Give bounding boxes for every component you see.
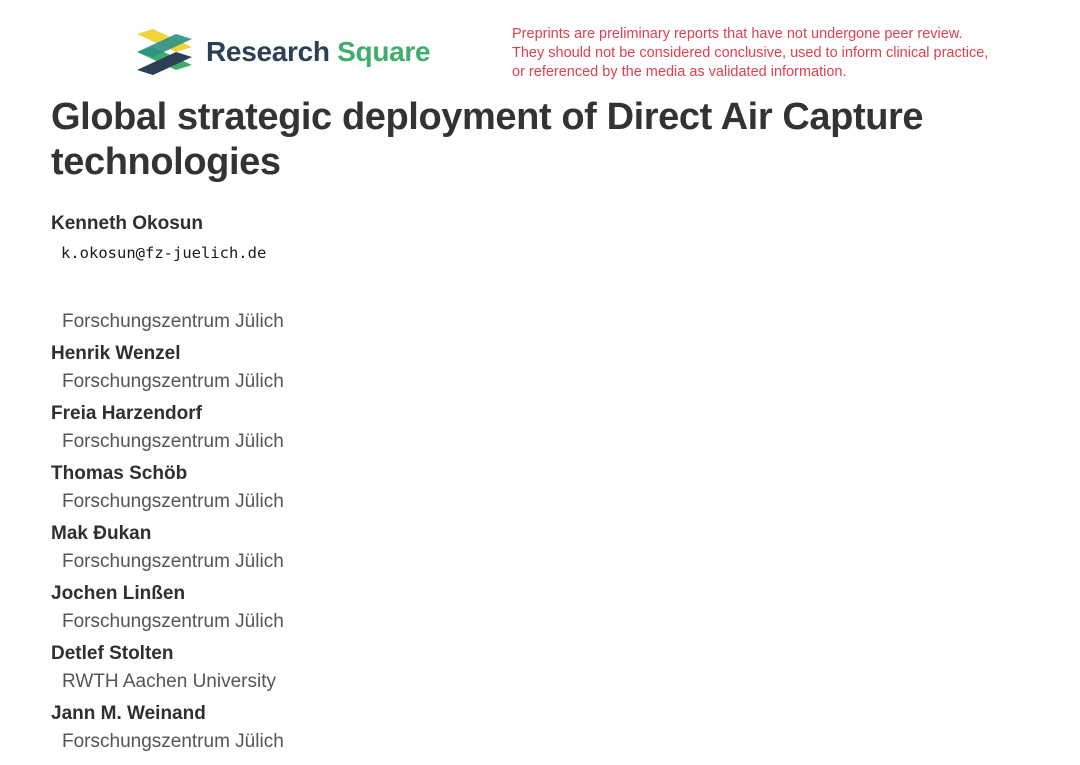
author-affiliation: Forschungszentrum Jülich [62, 611, 284, 632]
author-name: Detlef Stolten [51, 643, 174, 664]
author-affiliation: Forschungszentrum Jülich [62, 551, 284, 572]
disclaimer-line: or referenced by the media as validated … [512, 64, 847, 80]
logo-word-research: Research [206, 36, 330, 67]
disclaimer-line: They should not be considered conclusive… [512, 45, 989, 61]
author-affiliation: RWTH Aachen University [62, 671, 276, 692]
disclaimer-line: Preprints are preliminary reports that h… [512, 26, 963, 42]
author-affiliation: Forschungszentrum Jülich [62, 311, 284, 332]
author-name: Jochen Linßen [51, 583, 186, 604]
author-name: Kenneth Okosun [51, 213, 204, 234]
research-square-logo-icon [137, 29, 192, 75]
author-entry: Detlef Stolten RWTH Aachen University [51, 640, 751, 700]
author-name: Jann M. Weinand [51, 703, 206, 724]
author-name: Henrik Wenzel [51, 343, 181, 364]
paper-title: Global strategic deployment of Direct Ai… [51, 96, 924, 183]
author-entry: Jann M. Weinand Forschungszentrum Jülich [51, 700, 751, 760]
author-entry: Kenneth Okosun k.okosun@fz-juelich.de Fo… [51, 210, 751, 340]
author-entry: Jochen Linßen Forschungszentrum Jülich [51, 580, 751, 640]
author-affiliation: Forschungszentrum Jülich [62, 371, 284, 392]
author-name: Mak Đukan [51, 523, 152, 544]
author-name: Freia Harzendorf [51, 403, 202, 424]
author-affiliation: Forschungszentrum Jülich [62, 431, 284, 452]
author-entry: Henrik Wenzel Forschungszentrum Jülich [51, 340, 751, 400]
author-entry: Freia Harzendorf Forschungszentrum Jülic… [51, 400, 751, 460]
preprint-disclaimer: Preprints are preliminary reports that h… [512, 25, 1032, 82]
logo-wordmark: Research Square [206, 36, 431, 68]
research-square-logo[interactable]: Research Square [137, 29, 431, 75]
author-entry: Mak Đukan Forschungszentrum Jülich [51, 520, 751, 580]
author-email-link[interactable]: k.okosun@fz-juelich.de [61, 240, 751, 266]
logo-word-square: Square [337, 36, 431, 67]
author-entry: Thomas Schöb Forschungszentrum Jülich [51, 460, 751, 520]
author-list: Kenneth Okosun k.okosun@fz-juelich.de Fo… [51, 210, 751, 760]
author-affiliation: Forschungszentrum Jülich [62, 491, 284, 512]
author-affiliation: Forschungszentrum Jülich [62, 731, 284, 752]
author-name: Thomas Schöb [51, 463, 188, 484]
